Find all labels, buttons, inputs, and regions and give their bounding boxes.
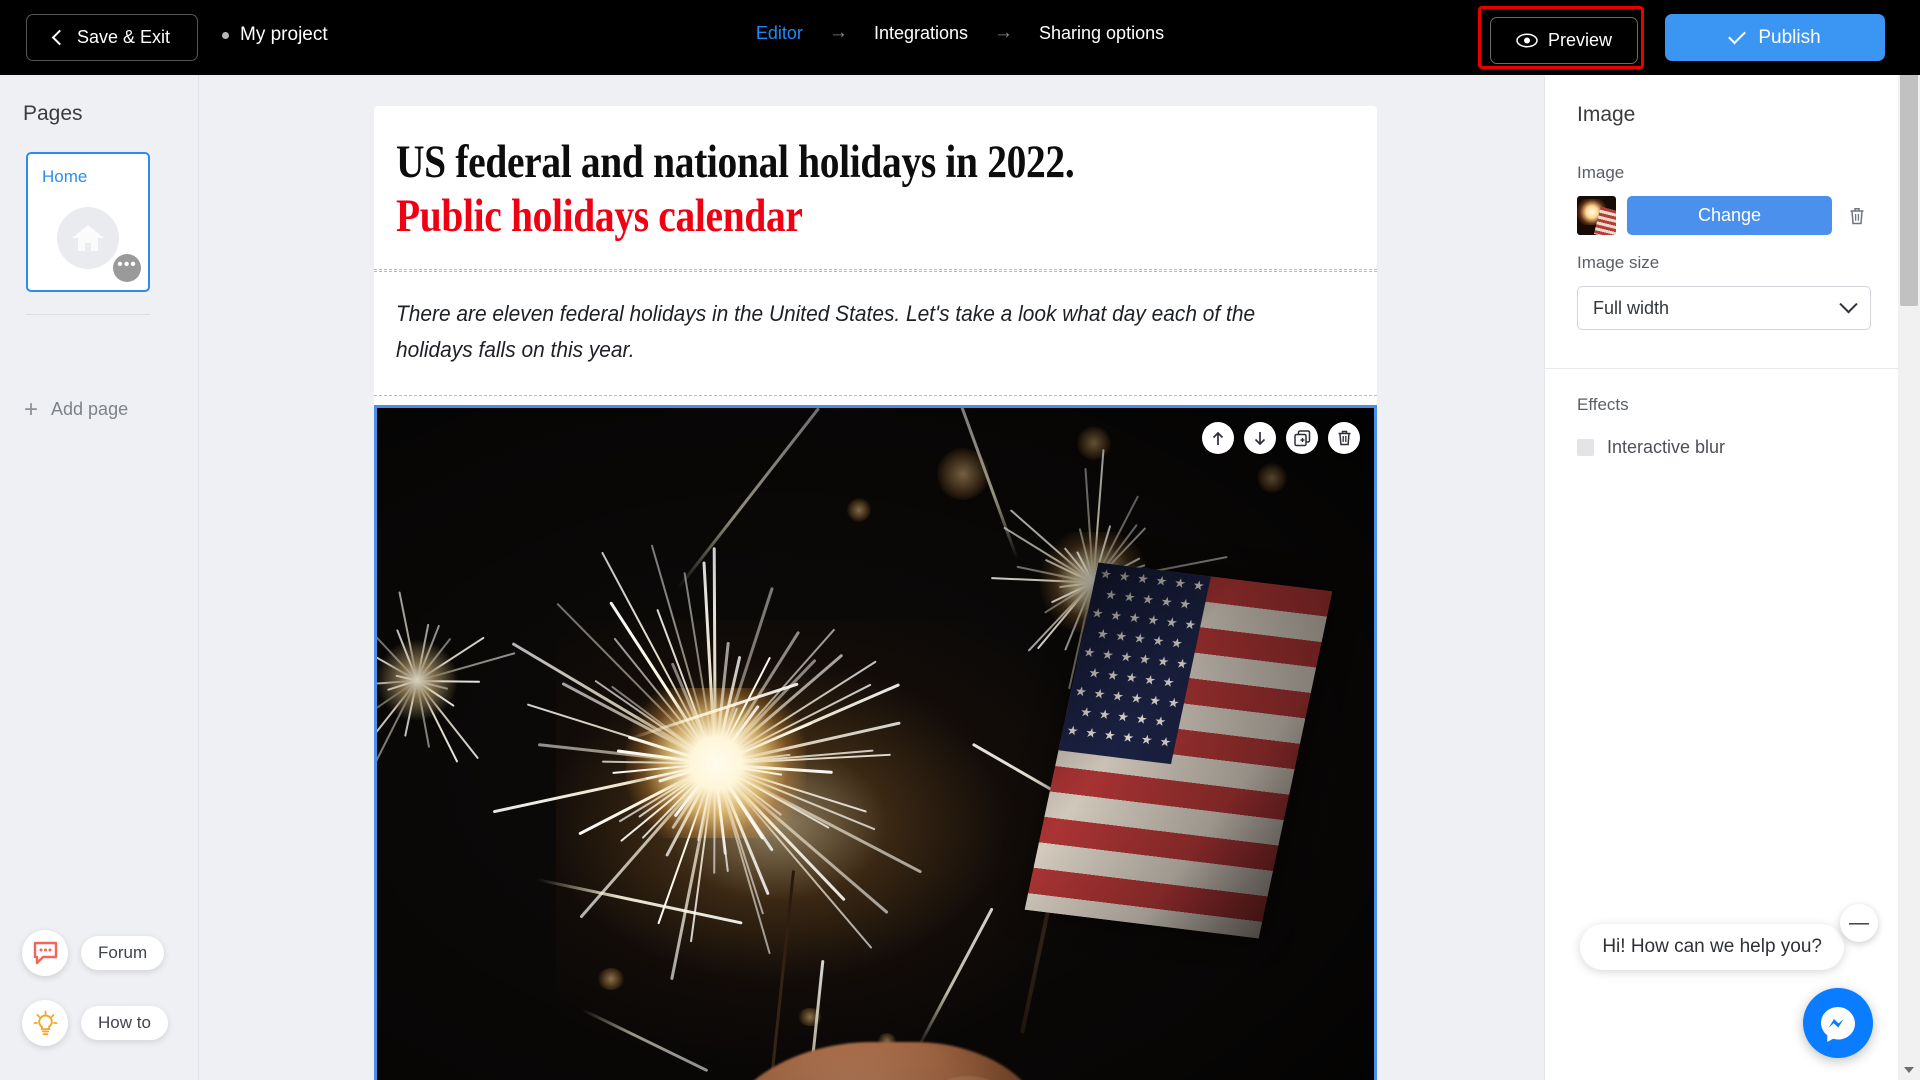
duplicate-button[interactable] <box>1286 422 1318 454</box>
move-down-button[interactable] <box>1244 422 1276 454</box>
plus-icon: + <box>24 401 38 419</box>
panel-title: Image <box>1577 103 1635 127</box>
image-field-row: Change <box>1577 196 1871 235</box>
page-card-label: Home <box>42 167 87 187</box>
chat-greeting-bubble[interactable]: Hi! How can we help you? <box>1580 924 1844 970</box>
editor-app: Save & Exit My project Editor → Integrat… <box>0 0 1920 1080</box>
home-thumbnail <box>57 207 119 269</box>
remove-image-button[interactable] <box>1843 200 1871 232</box>
preview-highlight-box: Preview <box>1478 6 1644 69</box>
messenger-icon <box>1817 1002 1859 1044</box>
chat-minimize-button[interactable]: — <box>1840 904 1878 942</box>
chat-bubble-icon <box>33 941 58 965</box>
image-size-value: Full width <box>1593 298 1669 319</box>
tab-sharing-options[interactable]: Sharing options <box>1039 23 1164 44</box>
change-image-label: Change <box>1698 205 1761 226</box>
paragraph-text: There are eleven federal holidays in the… <box>396 296 1307 367</box>
heading-block[interactable]: US federal and national holidays in 2022… <box>374 106 1377 270</box>
trash-icon <box>1849 207 1865 225</box>
save-and-exit-label: Save & Exit <box>77 27 170 48</box>
pages-sidebar: Pages Home ••• + Add page Forum How to <box>0 75 199 1080</box>
delete-button[interactable] <box>1328 422 1360 454</box>
how-to-button[interactable] <box>22 1000 68 1046</box>
move-up-button[interactable] <box>1202 422 1234 454</box>
duplicate-icon <box>1294 430 1311 447</box>
image-block-toolbar <box>1202 422 1360 454</box>
arrow-right-icon: → <box>829 22 848 44</box>
how-to-label[interactable]: How to <box>81 1006 168 1040</box>
top-bar: Save & Exit My project Editor → Integrat… <box>0 0 1920 75</box>
triangle-down-icon <box>1904 1067 1914 1073</box>
page-card-home[interactable]: Home ••• <box>26 152 150 292</box>
page-scrollbar[interactable] <box>1898 0 1920 1080</box>
properties-panel: Image Image Change Image size Full width… <box>1544 75 1898 1080</box>
check-icon <box>1728 27 1746 45</box>
interactive-blur-checkbox[interactable] <box>1577 439 1594 456</box>
effects-label: Effects <box>1577 395 1871 415</box>
messenger-chat-button[interactable] <box>1803 988 1873 1058</box>
status-dot-icon <box>222 32 229 39</box>
interactive-blur-row[interactable]: Interactive blur <box>1577 437 1871 458</box>
preview-label: Preview <box>1548 30 1612 51</box>
project-name-label: My project <box>240 24 328 46</box>
arrow-right-icon-2: → <box>994 22 1013 44</box>
home-icon <box>71 223 105 253</box>
paragraph-block[interactable]: There are eleven federal holidays in the… <box>374 271 1377 396</box>
change-image-button[interactable]: Change <box>1627 196 1832 235</box>
page-title: US federal and national holidays in 2022… <box>396 136 1202 243</box>
sidebar-divider <box>26 314 150 315</box>
forum-label[interactable]: Forum <box>81 936 164 970</box>
preview-button[interactable]: Preview <box>1490 17 1638 64</box>
page-document: US federal and national holidays in 2022… <box>374 106 1377 1080</box>
image-size-label: Image size <box>1577 253 1871 273</box>
lightbulb-icon <box>32 1010 59 1037</box>
scroll-down-button[interactable] <box>1898 1060 1920 1080</box>
tab-editor[interactable]: Editor <box>756 23 803 44</box>
add-page-button[interactable]: + Add page <box>24 399 128 420</box>
chevron-left-icon <box>52 30 68 46</box>
sparkler-photo: ★★★★★★★★★★★★★★★★★★★★★★★★★★★★★★★★★★★★★★★★… <box>377 408 1374 1080</box>
chat-greeting-text: Hi! How can we help you? <box>1602 936 1822 958</box>
vignette <box>377 408 1374 1080</box>
image-field-label: Image <box>1577 163 1871 183</box>
eye-icon <box>1516 33 1538 48</box>
publish-label: Publish <box>1758 27 1820 49</box>
minimize-icon: — <box>1849 918 1869 928</box>
pages-title: Pages <box>23 102 83 126</box>
page-options-button[interactable]: ••• <box>113 254 141 282</box>
tab-integrations[interactable]: Integrations <box>874 23 968 44</box>
add-page-label: Add page <box>51 399 128 420</box>
chevron-down-icon <box>1839 295 1857 313</box>
publish-button[interactable]: Publish <box>1665 14 1885 61</box>
editor-canvas: US federal and national holidays in 2022… <box>200 75 1548 1080</box>
forum-helper[interactable]: Forum <box>22 930 164 976</box>
panel-divider <box>1545 368 1899 369</box>
image-thumbnail[interactable] <box>1577 196 1616 235</box>
image-size-select[interactable]: Full width <box>1577 286 1871 330</box>
heading-line-2: Public holidays calendar <box>396 190 1202 244</box>
image-block[interactable]: ★★★★★★★★★★★★★★★★★★★★★★★★★★★★★★★★★★★★★★★★… <box>374 405 1377 1080</box>
heading-line-1: US federal and national holidays in 2022… <box>396 136 1074 188</box>
breadcrumb: Editor → Integrations → Sharing options <box>756 22 1164 44</box>
howto-helper[interactable]: How to <box>22 1000 168 1046</box>
project-name[interactable]: My project <box>222 24 328 46</box>
forum-button[interactable] <box>22 930 68 976</box>
save-and-exit-button[interactable]: Save & Exit <box>26 14 198 61</box>
arrow-up-icon <box>1211 431 1225 446</box>
interactive-blur-label: Interactive blur <box>1607 437 1725 458</box>
arrow-down-icon <box>1253 431 1267 446</box>
trash-icon <box>1337 430 1352 446</box>
